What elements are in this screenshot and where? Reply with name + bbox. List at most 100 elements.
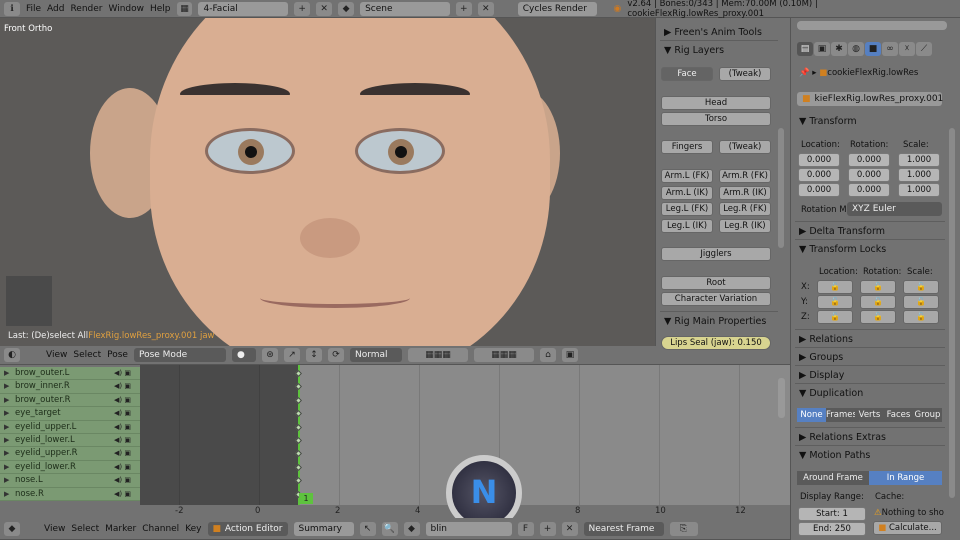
action-browse-icon[interactable]: ◆: [403, 521, 420, 536]
arm-l-fk-button[interactable]: Arm.L (FK): [661, 169, 713, 183]
manipulator-icon[interactable]: ↗: [283, 348, 300, 362]
fingers-button[interactable]: Fingers: [661, 140, 713, 154]
calculate-button[interactable]: ■ Calculate...: [873, 521, 942, 535]
snap-icon[interactable]: ⌂: [539, 348, 556, 362]
delete-scene-icon[interactable]: ✕: [477, 1, 494, 16]
dup-faces[interactable]: Faces: [884, 408, 913, 422]
render-engine-select[interactable]: Cycles Render: [517, 1, 598, 16]
copy-paste-keys-icon[interactable]: ⎘: [669, 521, 698, 536]
rotation-x[interactable]: 0.000: [848, 153, 890, 167]
dopesheet-mode-select[interactable]: ■ Action Editor: [207, 521, 288, 536]
mute-lock-icon[interactable]: ◀) ▣: [114, 367, 131, 380]
menu-pose[interactable]: Pose: [107, 350, 128, 360]
expand-icon[interactable]: ▶: [4, 474, 9, 487]
tab-scene-icon[interactable]: ✱: [831, 42, 847, 56]
leg-l-fk-button[interactable]: Leg.L (FK): [661, 202, 713, 216]
3d-viewport[interactable]: Front Ortho Last: (De)select AllFlexRig.…: [0, 18, 655, 346]
channel-row[interactable]: ▶ brow_outer.L ◀) ▣: [0, 367, 140, 381]
torso-button[interactable]: Torso: [661, 112, 771, 126]
location-z[interactable]: 0.000: [798, 183, 840, 197]
mute-lock-icon[interactable]: ◀) ▣: [114, 474, 131, 487]
arm-l-ik-button[interactable]: Arm.L (IK): [661, 186, 713, 200]
display-header[interactable]: ▶ Display: [799, 370, 844, 381]
editor-type-icon[interactable]: ◐: [4, 348, 20, 362]
scene-icon[interactable]: ◆: [338, 1, 355, 16]
mute-lock-icon[interactable]: ◀) ▣: [114, 488, 131, 501]
lock-location-y-icon[interactable]: 🔓: [817, 295, 853, 309]
unlink-action-icon[interactable]: ✕: [561, 521, 578, 536]
orientation-select[interactable]: Normal: [349, 348, 402, 362]
channel-row[interactable]: ▶ brow_inner.R ◀) ▣: [0, 380, 140, 394]
rig-layers-header[interactable]: ▼ Rig Layers: [664, 45, 724, 56]
expand-icon[interactable]: ▶: [4, 407, 9, 420]
mute-lock-icon[interactable]: ◀) ▣: [114, 407, 131, 420]
mute-lock-icon[interactable]: ◀) ▣: [114, 394, 131, 407]
leg-l-ik-button[interactable]: Leg.L (IK): [661, 219, 713, 233]
layers-grid-2[interactable]: ▦▦▦: [473, 348, 534, 362]
leg-r-ik-button[interactable]: Leg.R (IK): [719, 219, 771, 233]
mute-lock-icon[interactable]: ◀) ▣: [114, 434, 131, 447]
tab-render-icon[interactable]: ▣: [814, 42, 830, 56]
relations-extras-header[interactable]: ▶ Relations Extras: [799, 432, 886, 443]
shading-select[interactable]: ●: [231, 348, 256, 362]
jigglers-button[interactable]: Jigglers: [661, 247, 771, 261]
in-range-button[interactable]: In Range: [869, 471, 942, 485]
expand-icon[interactable]: ▶: [4, 461, 9, 474]
rotation-y[interactable]: 0.000: [848, 168, 890, 182]
rotation-z[interactable]: 0.000: [848, 183, 890, 197]
expand-icon[interactable]: ▶: [4, 447, 9, 460]
tab-bone-icon[interactable]: ⟋: [916, 42, 932, 56]
tab-data-icon[interactable]: ☓: [899, 42, 915, 56]
only-selected-icon[interactable]: ↖: [359, 521, 376, 536]
properties-scrollbar[interactable]: [949, 128, 955, 498]
object-name-field[interactable]: ■ kieFlexRig.lowRes_proxy.001: [797, 92, 943, 106]
dopesheet-scrollbar[interactable]: [778, 378, 785, 418]
tweak-face-button[interactable]: (Tweak): [719, 67, 771, 81]
channel-row[interactable]: ▶ eyelid_upper.L ◀) ▣: [0, 420, 140, 434]
lock-scale-y-icon[interactable]: 🔓: [903, 295, 939, 309]
tab-object-icon[interactable]: ■: [865, 42, 881, 56]
delete-screen-icon[interactable]: ✕: [316, 1, 333, 16]
leg-r-fk-button[interactable]: Leg.R (FK): [719, 202, 771, 216]
add-screen-icon[interactable]: +: [294, 1, 311, 16]
motion-paths-header[interactable]: ▼ Motion Paths: [799, 450, 870, 461]
menu-file[interactable]: File: [26, 4, 41, 14]
arm-r-ik-button[interactable]: Arm.R (IK): [719, 186, 771, 200]
mute-lock-icon[interactable]: ◀) ▣: [114, 421, 131, 434]
around-frame-button[interactable]: Around Frame: [797, 471, 869, 485]
arm-r-fk-button[interactable]: Arm.R (FK): [719, 169, 771, 183]
lock-rotation-z-icon[interactable]: 🔓: [860, 310, 896, 324]
ds-menu-view[interactable]: View: [44, 524, 65, 534]
tab-constraints-icon[interactable]: ∞: [882, 42, 898, 56]
relations-header[interactable]: ▶ Relations: [799, 334, 853, 345]
fake-user-button[interactable]: F: [517, 521, 534, 536]
panel-scrollbar[interactable]: [778, 128, 784, 248]
rotation-mode-select[interactable]: XYZ Euler: [847, 202, 942, 216]
scene-field[interactable]: Scene: [360, 1, 450, 16]
groups-header[interactable]: ▶ Groups: [799, 352, 843, 363]
rotate-icon[interactable]: ⟳: [327, 348, 344, 362]
action-name-field[interactable]: blin: [425, 521, 512, 536]
mute-lock-icon[interactable]: ◀) ▣: [114, 447, 131, 460]
expand-icon[interactable]: ▶: [4, 434, 9, 447]
lips-seal-slider[interactable]: Lips Seal (jaw): 0.150: [661, 336, 771, 350]
screen-layout-icon[interactable]: ▦: [176, 1, 193, 16]
info-editor-icon[interactable]: ℹ: [4, 1, 20, 16]
menu-window[interactable]: Window: [109, 4, 145, 14]
scale-z[interactable]: 1.000: [898, 183, 940, 197]
filter-icon[interactable]: 🔍: [381, 521, 398, 536]
location-y[interactable]: 0.000: [798, 168, 840, 182]
add-scene-icon[interactable]: +: [455, 1, 472, 16]
end-frame-field[interactable]: End: 250: [798, 522, 866, 536]
properties-top-scrollbar[interactable]: [797, 21, 947, 30]
channel-row[interactable]: ▶ brow_outer.R ◀) ▣: [0, 393, 140, 408]
delta-transform-header[interactable]: ▶ Delta Transform: [799, 226, 885, 237]
lock-location-z-icon[interactable]: 🔓: [817, 310, 853, 324]
layers-grid[interactable]: ▦▦▦: [407, 348, 468, 362]
channel-row[interactable]: ▶ eyelid_lower.L ◀) ▣: [0, 434, 140, 448]
lock-location-x-icon[interactable]: 🔓: [817, 280, 853, 294]
mode-select[interactable]: Pose Mode: [133, 348, 226, 362]
ds-menu-select[interactable]: Select: [71, 524, 99, 534]
ds-menu-marker[interactable]: Marker: [105, 524, 136, 534]
expand-icon[interactable]: ▶: [4, 367, 9, 380]
